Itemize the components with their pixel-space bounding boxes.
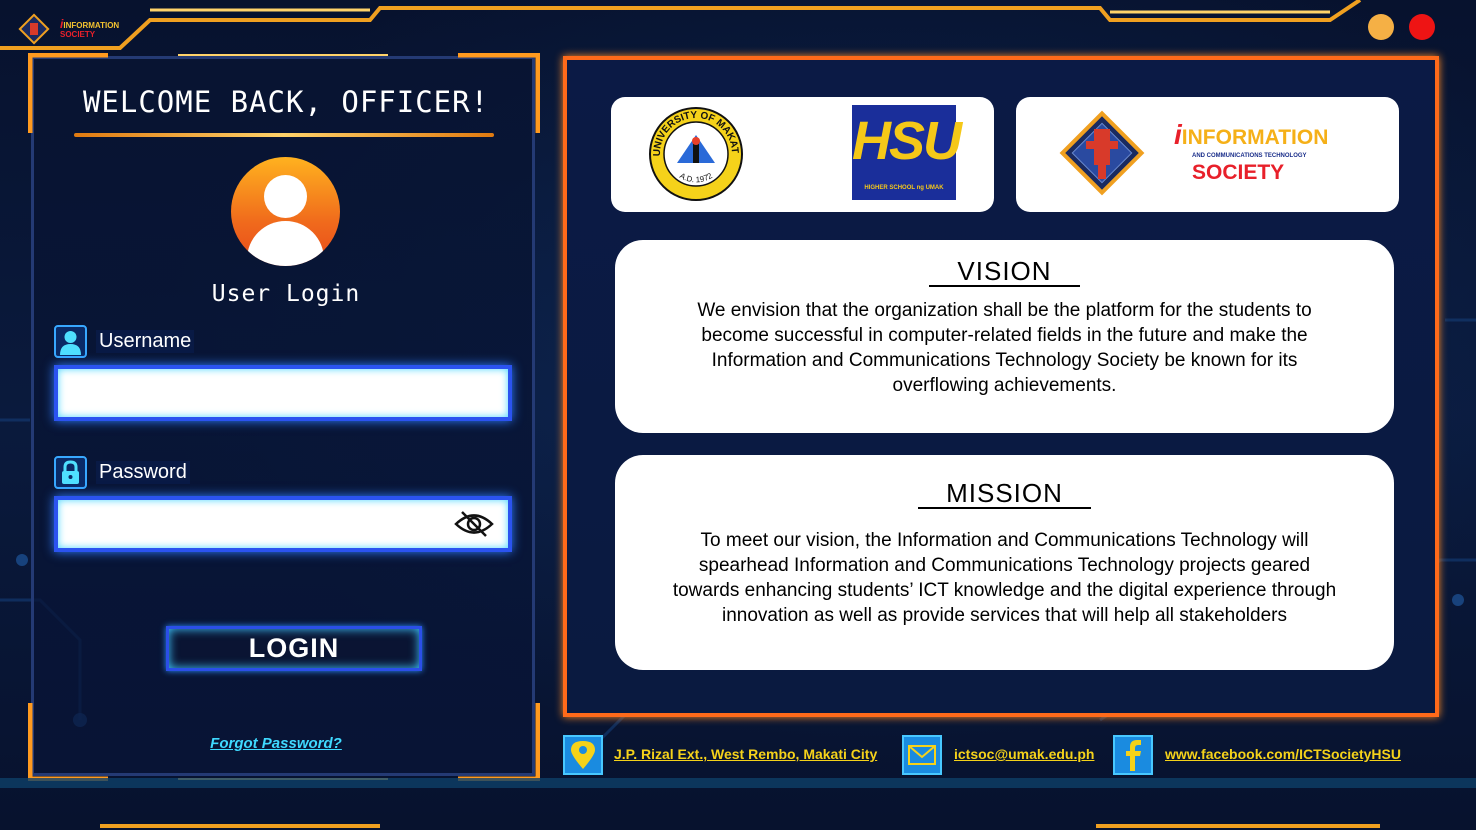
password-label: Password bbox=[96, 461, 190, 484]
mission-title: MISSION bbox=[615, 478, 1394, 509]
vision-card: VISION We envision that the organization… bbox=[615, 240, 1394, 433]
ict-logos-card: iINFORMATION AND COMMUNICATIONS TECHNOLO… bbox=[1016, 97, 1399, 212]
login-panel: WELCOME BACK, OFFICER! User Login Userna… bbox=[28, 53, 540, 781]
close-button[interactable] bbox=[1409, 14, 1435, 40]
user-icon bbox=[54, 325, 87, 358]
lock-icon bbox=[54, 456, 87, 489]
user-login-label: User Login bbox=[211, 281, 361, 307]
hsu-caption: HIGHER SCHOOL ng UMAK bbox=[864, 185, 944, 191]
ict-line3-text: SOCIETY bbox=[1192, 161, 1285, 184]
mission-card: MISSION To meet our vision, the Informat… bbox=[615, 455, 1394, 670]
login-window: iINFORMATION SOCIETY WELCOME BACK, OFFIC… bbox=[0, 0, 1476, 830]
ict-line1-text: INFORMATION bbox=[1181, 126, 1329, 149]
ict-society-logo-icon bbox=[18, 13, 50, 45]
minimize-button[interactable] bbox=[1368, 14, 1394, 40]
footer-email: ictsoc@umak.edu.ph bbox=[902, 735, 1122, 775]
info-panel: UNIVERSITY OF MAKATI A.D. 1972 HSU HIGHE… bbox=[563, 56, 1439, 717]
footer-address: J.P. Rizal Ext., West Rembo, Makati City bbox=[563, 735, 903, 775]
username-label: Username bbox=[96, 330, 195, 353]
vision-text: We envision that the organization shall … bbox=[697, 300, 1312, 396]
facebook-link[interactable]: www.facebook.com/ICTSocietyHSU bbox=[1165, 746, 1401, 762]
footer-facebook: www.facebook.com/ICTSocietyHSU bbox=[1113, 735, 1433, 775]
welcome-heading: WELCOME BACK, OFFICER! bbox=[82, 85, 490, 119]
mail-icon bbox=[902, 735, 942, 775]
heading-underline bbox=[74, 133, 494, 137]
title-bar: iINFORMATION SOCIETY bbox=[0, 0, 1476, 50]
ict-society-emblem-icon bbox=[1059, 110, 1145, 196]
location-pin-icon bbox=[563, 735, 603, 775]
username-input[interactable] bbox=[54, 365, 512, 421]
facebook-icon bbox=[1113, 735, 1153, 775]
school-logos-card: UNIVERSITY OF MAKATI A.D. 1972 HSU HIGHE… bbox=[611, 97, 994, 212]
user-avatar-icon bbox=[231, 157, 340, 266]
vision-title: VISION bbox=[615, 256, 1394, 287]
address-link[interactable]: J.P. Rizal Ext., West Rembo, Makati City bbox=[614, 746, 877, 762]
mission-text: To meet our vision, the Information and … bbox=[672, 530, 1337, 626]
login-button[interactable]: LOGIN bbox=[166, 626, 422, 671]
forgot-password-link[interactable]: Forgot Password? bbox=[34, 735, 518, 752]
hsu-logo: HSU HIGHER SCHOOL ng UMAK bbox=[852, 105, 962, 200]
umak-seal-icon: UNIVERSITY OF MAKATI A.D. 1972 bbox=[647, 105, 743, 201]
email-link[interactable]: ictsoc@umak.edu.ph bbox=[954, 746, 1094, 762]
ict-line2-text: AND COMMUNICATIONS TECHNOLOGY bbox=[1192, 153, 1307, 159]
ict-society-wordmark: iINFORMATION AND COMMUNICATIONS TECHNOLO… bbox=[1174, 119, 1329, 184]
toggle-password-visibility-icon[interactable] bbox=[454, 509, 494, 539]
password-input[interactable] bbox=[54, 496, 512, 552]
app-title: iINFORMATION SOCIETY bbox=[60, 17, 120, 39]
hsu-text: HSU bbox=[852, 111, 962, 171]
bottom-strip bbox=[0, 778, 1476, 788]
